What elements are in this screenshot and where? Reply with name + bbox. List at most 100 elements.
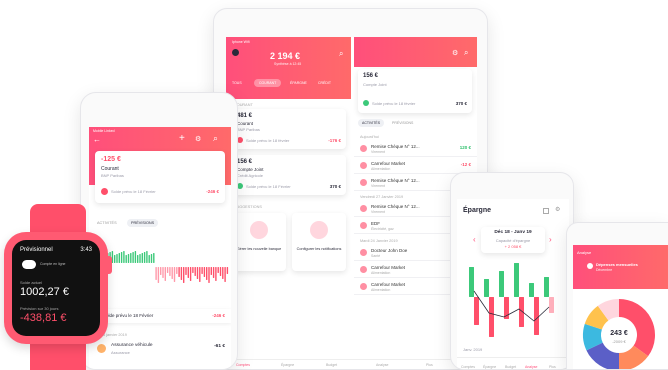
forecast-bar [192,267,194,273]
transaction-title: EDF [371,221,380,226]
detail-header: ⚙ ⌕ [354,37,477,67]
nav-analyse[interactable]: Analyse [525,365,537,369]
nav-plus[interactable]: Plus [549,365,556,369]
period-sub: Capacité d'épargne [495,238,531,243]
watch-screen: Prévisionnel 3:43 Compte en ligne Solde … [12,240,100,336]
phone2-screen: Épargne ⚙ ‹ Déc 18 - Janv 19 Capacité d'… [457,199,569,369]
date-header: Vendredi 27 Janvier 2019 [360,195,404,199]
tab-activites[interactable]: ACTIVITÉS [358,119,385,127]
detail-amount: 156 € [363,73,379,79]
tablet-balance: 2 194 € [270,51,301,61]
tab-previsions[interactable]: PRÉVISIONS [127,219,159,227]
savings-bar-green [499,271,504,297]
nav-plus[interactable]: Plus [426,363,433,367]
transaction-category: Virement [371,184,385,188]
forecast-bar [153,253,155,263]
watch-crown[interactable] [104,256,112,274]
gear-icon[interactable]: ⚙ [555,206,560,213]
phone3-device: Analyse Dépenses mensuelles Décembre 243… [566,222,668,370]
forecast-bar [208,267,210,283]
period-card: Déc 18 - Janv 19 Capacité d'épargne + 2 … [481,227,545,253]
date-header: Mardi 24 Janvier 2019 [360,239,398,243]
transaction-title: Carrefour Market [371,161,406,166]
donut-center-sub: -2009 € [612,339,626,344]
transaction-row[interactable]: Carrefour Market Alimentation -12 € [354,158,477,174]
forecast-bar [116,254,118,263]
search-icon[interactable]: ⌕ [339,49,343,59]
savings-chart [469,263,554,337]
forecast-bar [125,255,127,263]
forecast-bar [199,267,201,282]
detail-forecast: Solde prévu le 18 février [372,101,416,106]
search-icon[interactable]: ⌕ [464,48,468,58]
forecast-bar [148,255,150,263]
savings-bar-red [474,297,479,325]
tab-courant[interactable]: COURANT [254,79,282,87]
tab-credit[interactable]: CRÉDIT [318,81,331,85]
phone3-title: Analyse [577,250,592,255]
account-amount: 156 € [237,159,253,165]
nav-budget[interactable]: Budget [326,363,337,367]
account-card-courant[interactable]: 481 € Courant BNP Paribas Solde prévu le… [232,109,346,149]
account-card-joint[interactable]: 156 € Compte Joint Crédit Agricole Solde… [232,155,346,195]
gear-icon[interactable]: ⚙ [452,49,458,57]
add-icon[interactable]: + [179,133,185,144]
nav-comptes[interactable]: Comptes [461,365,475,369]
tab-previsions[interactable]: PRÉVISIONS [392,121,413,125]
tab-tous[interactable]: TOUS [232,81,242,85]
detail-account-card: 156 € Compte Joint Solde prévu le 18 fév… [358,69,472,113]
nav-epargne[interactable]: Épargne [281,363,294,367]
cloud-icon [22,260,36,269]
forecast-bar [139,254,141,263]
tab-epargne[interactable]: ÉPARGNE [290,81,307,85]
suggestion-title: Gérer les nouvelle banque [236,247,282,251]
tablet-avatar[interactable] [232,49,239,56]
donut-slice[interactable] [619,299,655,357]
cart-icon [360,266,367,273]
account-forecast: Solde prévu le 18 Février [246,184,291,189]
forecast-bar [134,251,137,263]
phone2-bottom-nav: Comptes Épargne Budget Analyse Plus [457,357,569,369]
detail-tabs: ACTIVITÉS PRÉVISIONS [358,119,472,129]
forecast-bar [201,267,203,274]
forecast-bar [130,253,132,263]
forecast-bar [222,267,224,279]
forecast-bar [210,267,212,275]
transaction-row[interactable]: Remise Chèque N° 12...Virement 120 € [354,141,477,157]
date-header: Aujourd'hui [360,135,379,139]
calendar-icon[interactable] [543,208,549,214]
search-icon[interactable]: ⌕ [213,133,218,144]
forecast-line-value: -246 € [212,313,225,318]
savings-bar-red [549,297,554,313]
account-name: Courant [237,121,254,126]
forecast-bar [226,267,229,274]
forecast-bar [141,253,143,263]
nav-analyse[interactable]: Analyse [376,363,388,367]
month-label: Janv. 2019 [463,347,483,352]
account-bank: BNP Paribas [101,173,124,178]
savings-bar-red [489,297,494,337]
period-label: Déc 18 - Janv 19 [494,230,532,235]
suggestion-card-bank[interactable]: Gérer les nouvelle banque [232,213,286,271]
savings-bar-red [534,297,539,335]
transaction-category: Alimentation [371,288,391,292]
forecast-bar [194,267,196,276]
forecast-bar [123,251,125,263]
gear-icon[interactable]: ⚙ [195,135,201,143]
account-amount: 481 € [237,113,253,119]
nav-budget[interactable]: Budget [505,365,516,369]
forecast-bar [137,255,139,263]
transaction-title: Carrefour Market [371,282,406,287]
suggestion-card-notifications[interactable]: Configurer les notifications [292,213,346,271]
nav-comptes[interactable]: Comptes [236,363,250,367]
forecast-bar [178,267,180,277]
prev-chevron-icon[interactable]: ‹ [473,235,476,244]
next-chevron-icon[interactable]: › [549,235,552,244]
nav-epargne[interactable]: Épargne [483,365,496,369]
forecast-bar [160,267,162,275]
back-arrow-icon[interactable]: ← [93,135,101,144]
account-forecast-value: -246 € [206,189,219,194]
section-suggestions: SUGGESTIONS [234,205,262,209]
phone-account-card[interactable]: -125 € Courant BNP Paribas Solde prévu l… [95,151,225,203]
forecast-bar [173,267,176,282]
